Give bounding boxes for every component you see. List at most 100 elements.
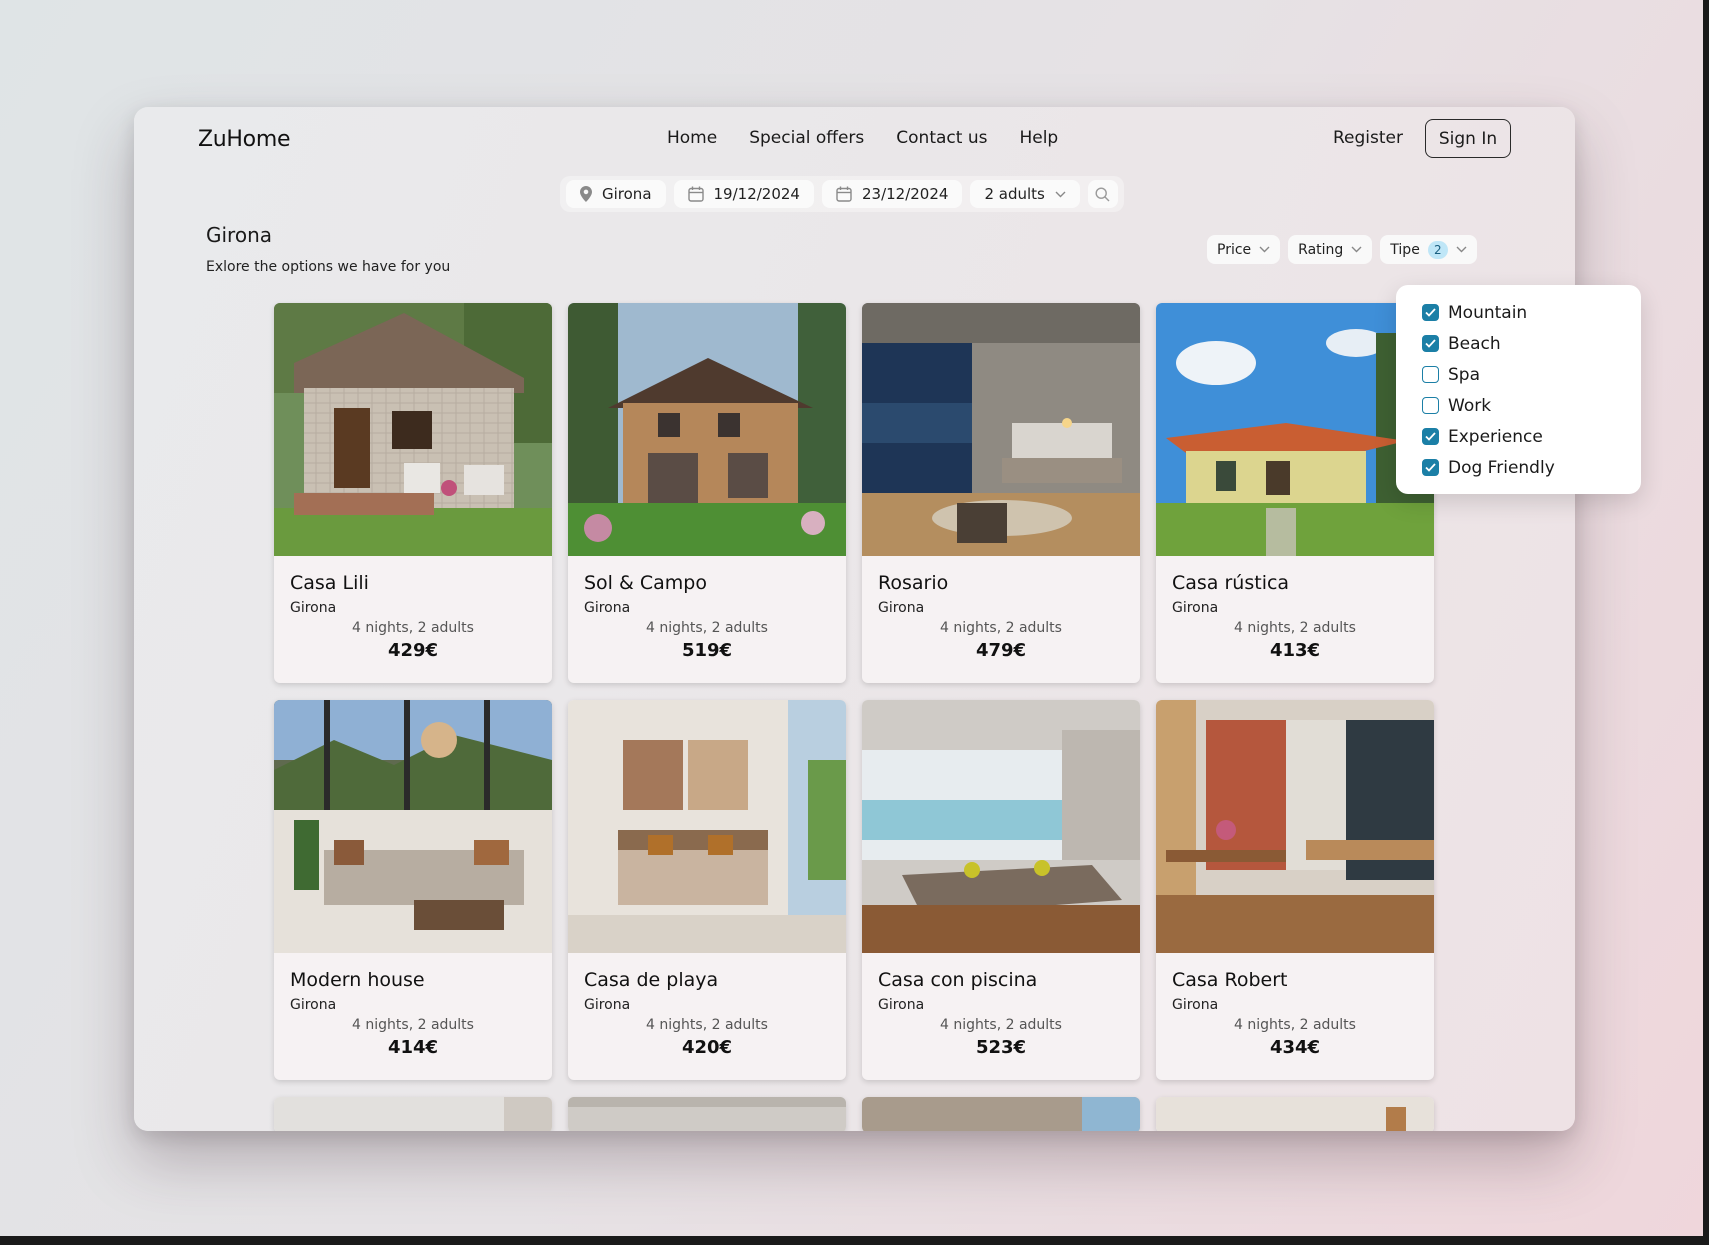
listing-price: 523€: [975, 1037, 1027, 1058]
check-icon: [1425, 339, 1436, 348]
type-option-dog-friendly[interactable]: Dog Friendly: [1422, 452, 1641, 483]
type-option-spa[interactable]: Spa: [1422, 359, 1641, 390]
check-icon: [1425, 463, 1436, 472]
search-button[interactable]: [1087, 180, 1118, 208]
listing-card[interactable]: Casa Lili Girona 4 nights, 2 adults 429€: [274, 303, 552, 683]
calendar-icon: [687, 186, 704, 202]
type-option-beach[interactable]: Beach: [1422, 328, 1641, 359]
listing-card[interactable]: Casa rústica Girona 4 nights, 2 adults 4…: [1156, 303, 1434, 683]
listing-location: Girona: [1172, 997, 1219, 1013]
listing-stay: 4 nights, 2 adults: [646, 620, 768, 636]
type-option-label: Spa: [1448, 364, 1480, 385]
type-option-label: Dog Friendly: [1448, 457, 1555, 478]
listing-card[interactable]: [862, 1097, 1140, 1131]
listing-stay: 4 nights, 2 adults: [352, 620, 474, 636]
listing-card[interactable]: Casa Robert Girona 4 nights, 2 adults 43…: [1156, 700, 1434, 1080]
search-icon: [1095, 186, 1110, 201]
checkbox-checked[interactable]: [1422, 335, 1439, 352]
rating-filter[interactable]: Rating: [1288, 235, 1373, 264]
type-filter-dropdown: Mountain Beach Spa Work Experience Dog F…: [1396, 285, 1641, 494]
checkout-value: 23/12/2024: [861, 185, 949, 203]
page-title: Girona: [206, 223, 273, 247]
listing-location: Girona: [878, 997, 925, 1013]
check-icon: [1425, 432, 1436, 441]
checkbox-checked[interactable]: [1422, 304, 1439, 321]
listing-price: 420€: [681, 1037, 733, 1058]
listing-card[interactable]: Modern house Girona 4 nights, 2 adults 4…: [274, 700, 552, 1080]
listing-card[interactable]: Casa de playa Girona 4 nights, 2 adults …: [568, 700, 846, 1080]
listing-price: 414€: [387, 1037, 439, 1058]
listing-photo: [274, 303, 552, 556]
listing-name: Modern house: [290, 969, 425, 991]
listing-name: Casa Lili: [290, 572, 369, 594]
listing-name: Casa con piscina: [878, 969, 1038, 991]
checkbox-unchecked[interactable]: [1422, 397, 1439, 414]
listing-photo: [862, 700, 1140, 953]
price-filter[interactable]: Price: [1207, 235, 1281, 264]
checkin-value: 19/12/2024: [713, 185, 800, 203]
logo[interactable]: ZuHome: [198, 127, 290, 152]
nav-home[interactable]: Home: [667, 128, 717, 148]
listing-stay: 4 nights, 2 adults: [940, 1017, 1062, 1033]
sign-in-button[interactable]: Sign In: [1425, 119, 1511, 158]
checkout-field[interactable]: 23/12/2024: [821, 180, 963, 208]
search-bar: Girona 19/12/2024 23/12/2024 2 adults: [560, 176, 1124, 212]
checkbox-checked[interactable]: [1422, 459, 1439, 476]
listing-location: Girona: [290, 997, 337, 1013]
listing-photo: [568, 303, 846, 556]
checkbox-checked[interactable]: [1422, 428, 1439, 445]
listing-name: Casa de playa: [584, 969, 719, 991]
listing-stay: 4 nights, 2 adults: [1234, 1017, 1356, 1033]
type-option-mountain[interactable]: Mountain: [1422, 297, 1641, 328]
rating-filter-label: Rating: [1298, 241, 1344, 258]
listing-photo: [862, 303, 1140, 556]
listing-card[interactable]: [1156, 1097, 1434, 1131]
listing-stay: 4 nights, 2 adults: [646, 1017, 768, 1033]
checkin-field[interactable]: 19/12/2024: [673, 180, 814, 208]
chevron-down-icon: [1055, 191, 1066, 197]
listing-card[interactable]: Rosario Girona 4 nights, 2 adults 479€: [862, 303, 1140, 683]
listing-location: Girona: [584, 997, 631, 1013]
listing-card[interactable]: [274, 1097, 552, 1131]
listing-price: 519€: [681, 640, 733, 661]
listing-card[interactable]: Casa con piscina Girona 4 nights, 2 adul…: [862, 700, 1140, 1080]
type-option-label: Beach: [1448, 333, 1501, 354]
listing-photo: [274, 700, 552, 953]
listing-card[interactable]: [568, 1097, 846, 1131]
type-option-experience[interactable]: Experience: [1422, 421, 1641, 452]
type-option-work[interactable]: Work: [1422, 390, 1641, 421]
chevron-down-icon: [1456, 246, 1467, 253]
nav-contact-us[interactable]: Contact us: [896, 128, 987, 148]
type-filter-label: Tipe: [1390, 241, 1420, 258]
type-count-badge: 2: [1427, 240, 1448, 259]
listing-photo: [1156, 700, 1434, 953]
location-field[interactable]: Girona: [566, 180, 666, 208]
listing-name: Casa rústica: [1172, 572, 1290, 594]
listing-location: Girona: [878, 600, 925, 616]
register-link[interactable]: Register: [1333, 128, 1403, 148]
browser-window: ZuHome Home Special offers Contact us He…: [134, 107, 1575, 1131]
listing-price: 429€: [387, 640, 439, 661]
location-pin-icon: [580, 186, 592, 202]
page-subtitle: Exlore the options we have for you: [206, 259, 451, 275]
price-filter-label: Price: [1217, 241, 1252, 258]
listing-price: 434€: [1269, 1037, 1321, 1058]
listing-name: Casa Robert: [1172, 969, 1288, 991]
guests-select[interactable]: 2 adults: [970, 180, 1080, 208]
nav-special-offers[interactable]: Special offers: [749, 128, 864, 148]
listing-card[interactable]: Sol & Campo Girona 4 nights, 2 adults 51…: [568, 303, 846, 683]
listing-name: Rosario: [878, 572, 949, 594]
type-option-label: Work: [1448, 395, 1492, 416]
type-option-label: Experience: [1448, 426, 1543, 447]
checkbox-unchecked[interactable]: [1422, 366, 1439, 383]
type-filter[interactable]: Tipe 2: [1380, 235, 1477, 264]
listing-price: 413€: [1269, 640, 1321, 661]
listing-location: Girona: [584, 600, 631, 616]
listing-stay: 4 nights, 2 adults: [940, 620, 1062, 636]
guests-value: 2 adults: [984, 185, 1045, 203]
listing-grid: Casa Lili Girona 4 nights, 2 adults 429€: [274, 303, 1434, 1131]
listing-photo: [1156, 303, 1434, 556]
listing-price: 479€: [975, 640, 1027, 661]
location-value: Girona: [602, 185, 652, 203]
nav-help[interactable]: Help: [1019, 128, 1058, 148]
